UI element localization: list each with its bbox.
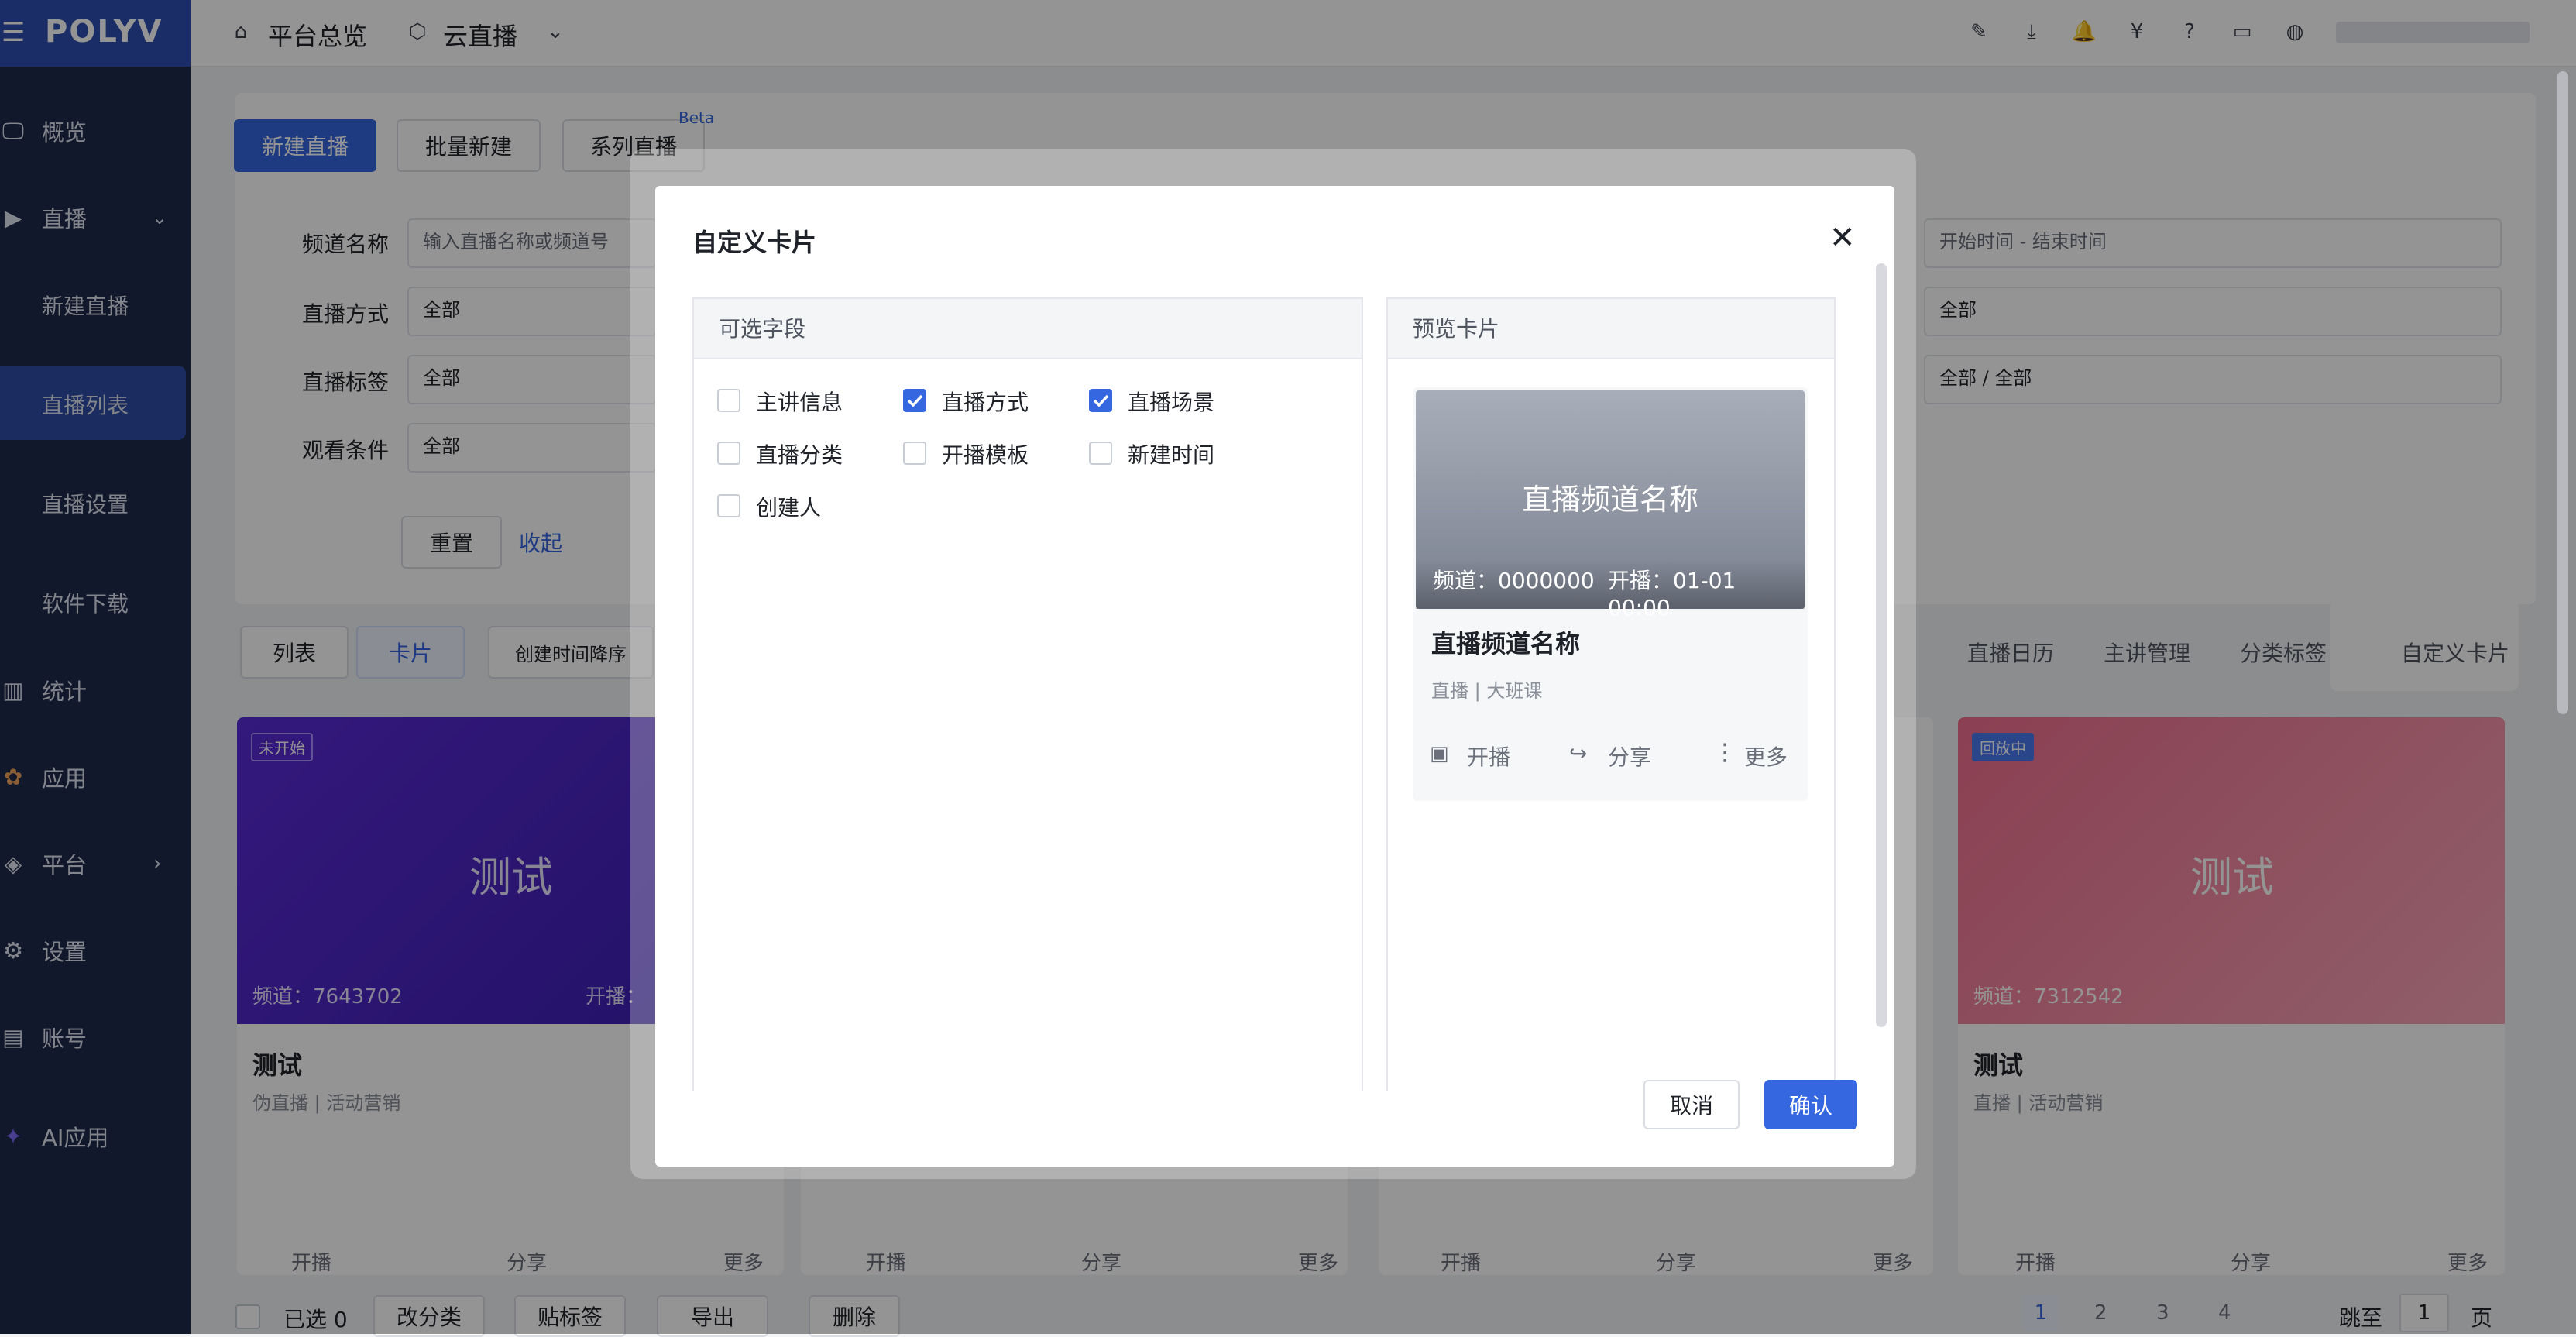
cancel-button[interactable]: 取消 (1643, 1080, 1740, 1129)
field-label-live-scene[interactable]: 直播场景 (1128, 386, 1214, 417)
preview-channel: 频道：0000000 (1433, 568, 1595, 593)
preview-banner: 直播频道名称 (1521, 483, 1698, 517)
preview-tags: 直播 | 大班课 (1431, 680, 1543, 702)
field-label-category[interactable]: 直播分类 (756, 438, 843, 469)
dialog-scrollbar[interactable] (1876, 263, 1887, 1027)
preview-share-button: 分享 (1608, 744, 1652, 770)
field-label-created-time[interactable]: 新建时间 (1128, 438, 1214, 469)
preview-title: 直播频道名称 (1431, 629, 1581, 658)
field-label-speaker[interactable]: 主讲信息 (756, 386, 843, 417)
custom-card-dialog: 自定义卡片 ✕ 可选字段 主讲信息 直播方式 直播场景 直播分类 开播模板 新建… (655, 186, 1894, 1167)
preview-cover: 直播频道名称 频道：0000000 开播：01-01 00:00 (1416, 390, 1805, 620)
preview-panel: 预览卡片 直播频道名称 频道：0000000 开播：01-01 00:00 直播… (1386, 297, 1836, 1091)
video-icon: ▣ (1430, 742, 1449, 765)
field-label-template[interactable]: 开播模板 (942, 438, 1029, 469)
field-checkbox-live-scene[interactable] (1089, 389, 1112, 412)
field-checkbox-created-time[interactable] (1089, 442, 1112, 465)
preview-panel-header: 预览卡片 (1388, 299, 1834, 359)
field-checkbox-live-mode[interactable] (903, 389, 926, 412)
field-checkbox-template[interactable] (903, 442, 926, 465)
field-label-creator[interactable]: 创建人 (756, 491, 821, 522)
field-label-live-mode[interactable]: 直播方式 (942, 386, 1029, 417)
confirm-button[interactable]: 确认 (1764, 1080, 1857, 1129)
fields-panel-header: 可选字段 (694, 299, 1362, 359)
dialog-title: 自定义卡片 (692, 228, 817, 257)
field-checkbox-category[interactable] (717, 442, 740, 465)
page-scrollbar[interactable] (2557, 71, 2568, 714)
preview-start-time: 开播：01-01 00:00 (1608, 568, 1736, 620)
fields-panel: 可选字段 主讲信息 直播方式 直播场景 直播分类 开播模板 新建时间 创建人 (692, 297, 1363, 1091)
preview-more-button: 更多 (1744, 744, 1788, 770)
field-checkbox-creator[interactable] (717, 494, 740, 517)
preview-start-button: 开播 (1467, 744, 1511, 770)
check-icon (1093, 394, 1109, 407)
preview-card: 直播频道名称 频道：0000000 开播：01-01 00:00 直播频道名称 … (1413, 387, 1808, 801)
more-icon: ⋮ (1713, 739, 1736, 766)
field-checkbox-speaker[interactable] (717, 389, 740, 412)
close-icon[interactable]: ✕ (1829, 220, 1856, 256)
share-icon: ↪ (1569, 741, 1588, 766)
check-icon (907, 394, 923, 407)
